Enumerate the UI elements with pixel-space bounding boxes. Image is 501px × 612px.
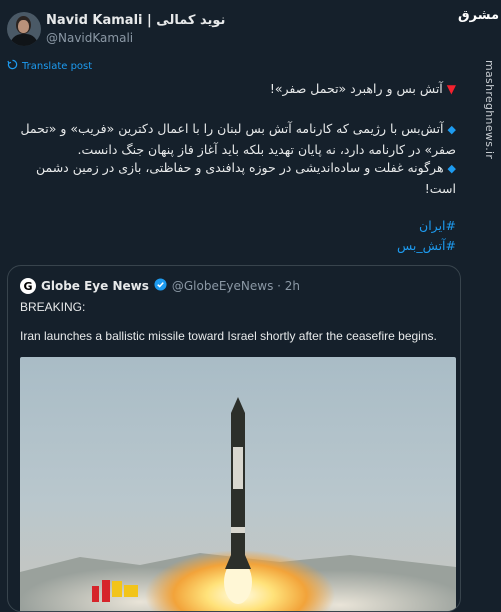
quoted-author-name[interactable]: Globe Eye News: [41, 279, 149, 293]
quoted-handle-time: @GlobeEyeNews · 2h: [171, 279, 301, 293]
translate-icon: [7, 59, 18, 73]
quoted-tweet[interactable]: G Globe Eye News @GlobeEyeNews · 2h BREA…: [7, 265, 461, 612]
hashtag-link[interactable]: #آتش_بس: [8, 236, 456, 256]
translate-label: Translate post: [22, 60, 93, 72]
globe-eye-avatar[interactable]: G: [20, 278, 36, 294]
red-triangle-icon: ▼: [446, 82, 456, 96]
missile-launch-image[interactable]: [20, 357, 456, 611]
tweet-paragraph-1: ◆ آتش‌بس با رژیمی که کارنامه آتش بس لبنا…: [20, 121, 456, 157]
author-name-row[interactable]: Navid Kamali | نوید کمالی: [46, 13, 225, 28]
hashtags: #ایران #آتش_بس: [8, 216, 456, 256]
author-display-name[interactable]: Navid Kamali | نوید کمالی: [46, 13, 225, 28]
translate-post-link[interactable]: Translate post: [7, 59, 92, 73]
watermark: mashreghnews.ir: [483, 60, 496, 160]
author-avatar[interactable]: [7, 12, 41, 46]
verified-badge-icon: [154, 278, 167, 294]
mashregh-logo: مشرق: [458, 8, 499, 23]
hashtag-link[interactable]: #ایران: [8, 216, 456, 236]
right-panel: مشرق mashreghnews.ir: [458, 0, 500, 601]
quoted-text: BREAKING: Iran launches a ballistic miss…: [20, 300, 450, 344]
blue-diamond-icon: ◆: [447, 123, 456, 136]
quoted-breaking: BREAKING:: [20, 300, 86, 314]
quoted-header: G Globe Eye News @GlobeEyeNews · 2h: [20, 278, 300, 294]
tweet-headline: ▼ آتش بس و راهبرد «تحمل صفر»!: [269, 81, 456, 96]
tweet-paragraph-2: ◆ هرگونه غفلت و ساده‌اندیشی در حوزه پداف…: [35, 160, 456, 196]
author-handle[interactable]: @NavidKamali: [46, 31, 133, 45]
quoted-body: Iran launches a ballistic missile toward…: [20, 329, 437, 343]
blue-diamond-icon: ◆: [447, 162, 456, 175]
tweet: Navid Kamali | نوید کمالی @NavidKamali T…: [0, 0, 470, 612]
